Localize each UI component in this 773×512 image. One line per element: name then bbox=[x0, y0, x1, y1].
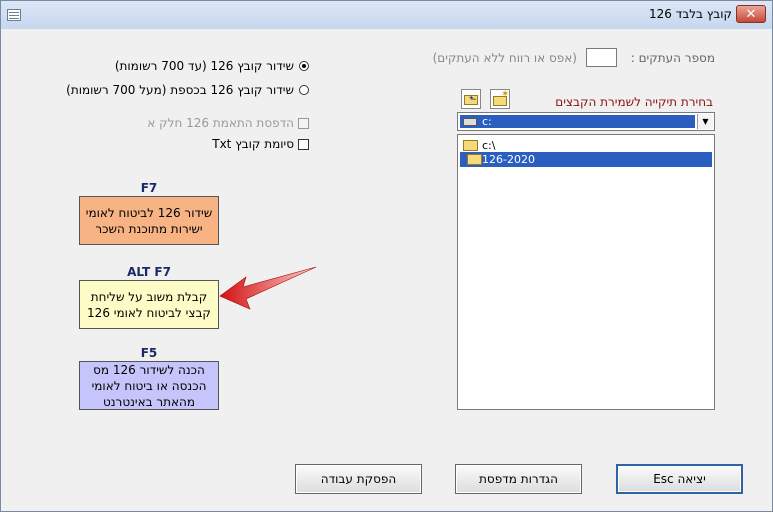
title-bar: קובץ בלבד 126 ✕ bbox=[1, 1, 772, 29]
f5-key-label: F5 bbox=[140, 346, 158, 360]
new-folder-icon[interactable]: ✶ bbox=[490, 89, 510, 109]
radio-label-vault: שידור קובץ 126 בכספת (מעל 700 רשומות) bbox=[66, 83, 294, 97]
check-txt[interactable] bbox=[298, 139, 309, 150]
action-prepare-text: הכנה לשידור 126 מס הכנסה או ביטוח לאומי … bbox=[91, 362, 207, 409]
check-label-txt: סיומת קובץ Txt bbox=[212, 137, 294, 151]
radio-transmit[interactable] bbox=[299, 61, 309, 71]
action-prepare-box[interactable]: הכנה לשידור 126 מס הכנסה או ביטוח לאומי … bbox=[79, 361, 219, 410]
red-arrow-icon bbox=[219, 266, 317, 310]
radio-label-transmit: שידור קובץ 126 (עד 700 רשומות) bbox=[114, 59, 294, 73]
action-transmit-text: שידור 126 לביטוח לאומי ישירות מתוכנת השכ… bbox=[85, 205, 213, 236]
action-transmit-box[interactable]: שידור 126 לביטוח לאומי ישירות מתוכנת השכ… bbox=[79, 196, 219, 245]
folder-tree[interactable]: c:\ 126-2020 bbox=[457, 134, 715, 410]
action-feedback-box[interactable]: קבלת משוב על שליחת קבצי לביטוח לאומי 126 bbox=[79, 280, 219, 329]
tree-item-selected[interactable]: 126-2020 bbox=[460, 152, 712, 167]
radio-vault[interactable] bbox=[299, 85, 309, 95]
copies-label: מספר העתקים : bbox=[630, 51, 715, 65]
copies-hint: (אפס או רווח ללא העתקים) bbox=[432, 51, 577, 65]
folder-open-icon bbox=[467, 154, 482, 165]
drive-select[interactable]: c: ▼ bbox=[457, 112, 715, 131]
printer-settings-button[interactable]: הגדרות מדפסת bbox=[455, 464, 582, 494]
folder-label: בחירת תיקייה לשמירת הקבצים bbox=[555, 95, 713, 109]
alt-f7-key-label: ALT F7 bbox=[127, 265, 171, 279]
tree-item-label: 126-2020 bbox=[482, 153, 535, 166]
stop-work-button[interactable]: הפסקת עבודה bbox=[295, 464, 422, 494]
chevron-down-icon[interactable]: ▼ bbox=[697, 114, 713, 129]
f7-key-label: F7 bbox=[140, 181, 158, 195]
folder-open-icon bbox=[463, 140, 478, 151]
copies-input[interactable] bbox=[586, 48, 617, 67]
window-title: קובץ בלבד 126 bbox=[649, 7, 732, 21]
exit-button[interactable]: יציאה Esc bbox=[616, 464, 743, 494]
drive-icon bbox=[463, 118, 477, 126]
action-feedback-text: קבלת משוב על שליחת קבצי לביטוח לאומי 126 bbox=[87, 289, 211, 320]
folder-up-icon[interactable]: ⬑ bbox=[461, 89, 481, 109]
check-label-print: הדפסת התאמת 126 חלק א bbox=[147, 116, 294, 130]
close-button[interactable]: ✕ bbox=[736, 5, 766, 23]
drive-value: c: bbox=[482, 115, 492, 128]
app-icon bbox=[7, 9, 21, 21]
tree-item-label: c:\ bbox=[482, 139, 496, 152]
drive-selected: c: bbox=[460, 115, 695, 128]
tree-item-root[interactable]: c:\ bbox=[460, 138, 712, 153]
check-print[interactable] bbox=[298, 118, 309, 129]
dialog-window: קובץ בלבד 126 ✕ שידור קובץ 126 (עד 700 ר… bbox=[0, 0, 773, 512]
